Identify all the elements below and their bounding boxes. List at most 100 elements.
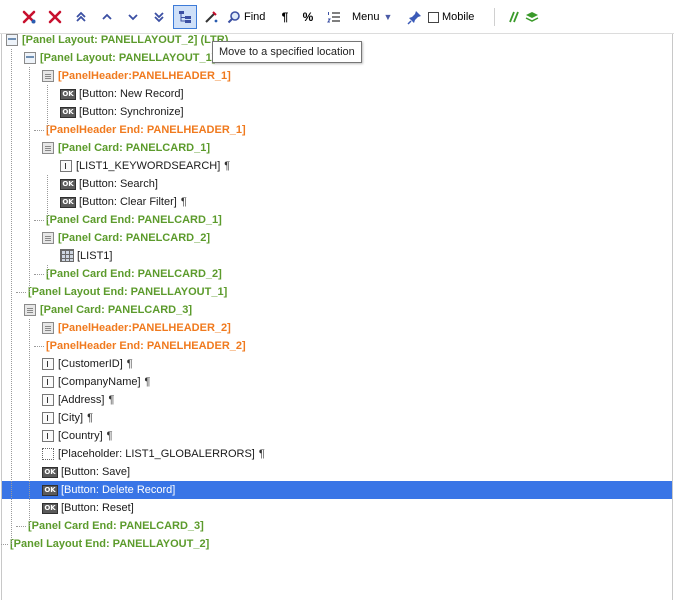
card-node-icon (42, 70, 54, 82)
button-node-icon: OK (42, 467, 58, 478)
field-node-icon (42, 412, 54, 424)
tree-guide-line (11, 49, 12, 544)
tree-connector (34, 220, 44, 221)
layout-tree[interactable]: [Panel Layout: PANELLAYOUT_2] (LTR) [Pane… (0, 34, 673, 600)
comment-slashes-icon[interactable] (504, 5, 522, 29)
tree-row-label: [Panel Layout: PANELLAYOUT_2] (LTR) (22, 34, 229, 46)
tree-row-label: [LIST1_KEYWORDSEARCH] ¶ (76, 160, 231, 172)
pilcrow-icon: ¶ (106, 430, 113, 442)
tree-row-label: [Country] ¶ (58, 430, 113, 442)
tree-row-label: [Button: Reset] (61, 502, 134, 514)
tree-row[interactable]: [LIST1] (2, 247, 672, 265)
pilcrow-button[interactable]: ¶ (276, 5, 294, 29)
tree-row[interactable]: [Country] ¶ (2, 427, 672, 445)
mobile-checkbox[interactable] (428, 11, 439, 23)
tree-row[interactable]: [Panel Card End: PANELCARD_2] (2, 265, 672, 283)
card-node-icon (42, 232, 54, 244)
tree-row[interactable]: [Panel Card: PANELCARD_1] (2, 139, 672, 157)
find-label: Find (244, 11, 266, 23)
toolbar-divider (494, 8, 495, 26)
stack-icon[interactable] (522, 5, 542, 29)
tree-row-label: [PanelHeader:PANELHEADER_2] (58, 322, 231, 334)
tree-row[interactable]: OK [Button: Delete Record] (2, 481, 672, 499)
button-node-icon: OK (60, 107, 76, 118)
pilcrow-icon: ¶ (87, 412, 93, 424)
move-to-top-icon[interactable] (70, 5, 92, 29)
tree-row[interactable]: [PanelHeader End: PANELHEADER_2] (2, 337, 672, 355)
move-to-location-button[interactable] (173, 5, 197, 29)
pilcrow-icon: ¶ (224, 160, 231, 172)
tree-row[interactable]: OK [Button: Reset] (2, 499, 672, 517)
tree-row[interactable]: OK [Button: New Record] (2, 85, 672, 103)
find-button[interactable]: Find (227, 5, 271, 29)
tree-row[interactable]: [Panel Card: PANELCARD_2] (2, 229, 672, 247)
tree-row[interactable]: [CustomerID] ¶ (2, 355, 672, 373)
tree-row[interactable]: [Placeholder: LIST1_GLOBALERRORS] ¶ (2, 445, 672, 463)
tree-row[interactable]: OK [Button: Synchronize] (2, 103, 672, 121)
percent-label: % (302, 10, 314, 24)
tree-guide-line (47, 265, 48, 274)
tree-row-label: [PanelHeader End: PANELHEADER_1] (46, 124, 246, 136)
numbered-list-button[interactable] (324, 5, 344, 29)
pilcrow-icon: ¶ (108, 394, 115, 406)
tree-row[interactable]: [Address] ¶ (2, 391, 672, 409)
mobile-toggle[interactable]: Mobile (428, 5, 480, 29)
move-to-bottom-icon[interactable] (148, 5, 170, 29)
tooltip: Move to a specified location (212, 41, 362, 63)
tree-row[interactable]: [PanelHeader:PANELHEADER_1] (2, 67, 672, 85)
menu-dropdown[interactable]: Menu ▼ (349, 5, 399, 29)
tree-row-label: [Panel Layout End: PANELLAYOUT_1] (28, 286, 228, 298)
button-node-icon: OK (60, 197, 76, 208)
delete-all-icon[interactable] (18, 5, 40, 29)
move-up-icon[interactable] (96, 5, 118, 29)
tree-row[interactable]: [City] ¶ (2, 409, 672, 427)
tree-row[interactable]: OK [Button: Save] (2, 463, 672, 481)
field-node-icon (42, 358, 54, 370)
tree-row-label: [Panel Card End: PANELCARD_3] (28, 520, 204, 532)
move-to-location-icon (179, 11, 191, 23)
tree-guide-line (29, 319, 30, 526)
tree-connector (34, 346, 44, 347)
tree-connector (16, 526, 26, 527)
tree-row-label: [Panel Layout End: PANELLAYOUT_2] (10, 538, 210, 550)
tree-connector (0, 544, 8, 545)
move-down-icon[interactable] (122, 5, 144, 29)
tree-row[interactable]: [Panel Layout End: PANELLAYOUT_1] (2, 283, 672, 301)
panel-node-icon (24, 52, 36, 64)
pin-icon[interactable] (404, 5, 426, 29)
search-icon (227, 11, 240, 24)
placeholder-node-icon (42, 448, 54, 460)
edit-wand-icon[interactable] (200, 5, 222, 29)
card-node-icon (42, 142, 54, 154)
list-node-icon (60, 249, 74, 262)
tree-row[interactable]: [CompanyName] ¶ (2, 373, 672, 391)
tree-row[interactable]: [Panel Card End: PANELCARD_3] (2, 517, 672, 535)
tree-row-label: [Address] ¶ (58, 394, 115, 406)
card-node-icon (42, 322, 54, 334)
tree-row[interactable]: [PanelHeader End: PANELHEADER_1] (2, 121, 672, 139)
tree-row-label: [PanelHeader:PANELHEADER_1] (58, 70, 231, 82)
tree-row-label: [Panel Card: PANELCARD_3] (40, 304, 192, 316)
tree-row[interactable]: [Panel Card End: PANELCARD_1] (2, 211, 672, 229)
tree-row[interactable]: [Panel Card: PANELCARD_3] (2, 301, 672, 319)
tree-row[interactable]: OK [Button: Clear Filter] ¶ (2, 193, 672, 211)
pilcrow-icon: ¶ (126, 358, 133, 370)
tree-row[interactable]: [PanelHeader:PANELHEADER_2] (2, 319, 672, 337)
tree-row[interactable]: OK [Button: Search] (2, 175, 672, 193)
tree-row[interactable]: [Panel Layout End: PANELLAYOUT_2] (0, 535, 672, 553)
tree-row-label: [Panel Card: PANELCARD_2] (58, 232, 210, 244)
percent-button[interactable]: % (299, 5, 317, 29)
button-node-icon: OK (42, 503, 58, 514)
pilcrow-icon: ¶ (180, 196, 187, 208)
tree-row-label: [Panel Card: PANELCARD_1] (58, 142, 210, 154)
chevron-down-icon: ▼ (383, 12, 393, 22)
tree-row-label: [Panel Layout: PANELLAYOUT_1] (40, 52, 216, 64)
tree-guide-line (47, 175, 48, 220)
delete-icon[interactable] (44, 5, 66, 29)
tree-connector (34, 130, 44, 131)
tree-row-label: [Button: New Record] (79, 88, 184, 100)
panel-node-icon (6, 34, 18, 46)
button-node-icon: OK (60, 179, 76, 190)
menu-label: Menu (352, 11, 380, 23)
tree-row[interactable]: [LIST1_KEYWORDSEARCH] ¶ (2, 157, 672, 175)
